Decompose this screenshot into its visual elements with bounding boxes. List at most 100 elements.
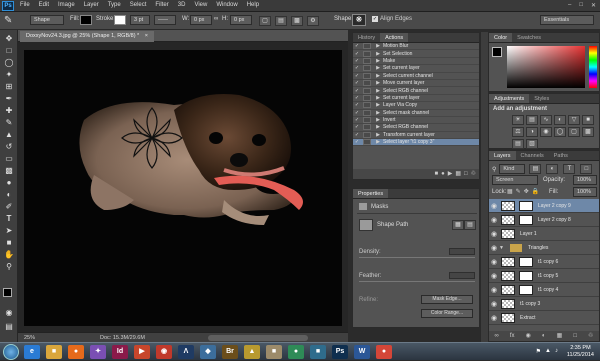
eyedropper-icon[interactable]: ✒ bbox=[3, 94, 15, 104]
tab-color[interactable]: Color bbox=[489, 33, 513, 42]
check-icon[interactable]: ✓ bbox=[353, 65, 361, 71]
acrobat-icon[interactable]: Λ bbox=[178, 345, 194, 359]
tab-styles[interactable]: Styles bbox=[529, 94, 554, 103]
quick-mask-icon[interactable]: ◉ bbox=[3, 308, 15, 318]
expand-triangle-icon[interactable]: ▶ bbox=[373, 73, 383, 79]
delete-icon[interactable]: ♲ bbox=[471, 169, 476, 179]
dialog-toggle-icon[interactable] bbox=[363, 109, 371, 116]
tab-swatches[interactable]: Swatches bbox=[512, 33, 546, 42]
check-icon[interactable]: ✓ bbox=[353, 88, 361, 94]
dialog-toggle-icon[interactable] bbox=[363, 65, 371, 72]
healing-brush-icon[interactable]: ✚ bbox=[3, 106, 15, 116]
brush-tool-icon[interactable]: ✎ bbox=[3, 118, 15, 128]
layer-mask-thumbnail[interactable] bbox=[519, 284, 533, 295]
expand-triangle-icon[interactable]: ▶ bbox=[373, 95, 383, 101]
tab-properties[interactable]: Properties bbox=[353, 189, 389, 198]
pixel-mask-icon[interactable]: ▦ bbox=[452, 220, 464, 230]
menu-item-edit[interactable]: Edit bbox=[39, 2, 49, 8]
quick-select-icon[interactable]: ✦ bbox=[3, 70, 15, 80]
path-arrangement-icon[interactable]: ▩ bbox=[291, 16, 303, 26]
folder-icon[interactable]: ▦ bbox=[455, 169, 461, 179]
check-icon[interactable]: ✓ bbox=[353, 58, 361, 64]
hue-slider[interactable] bbox=[589, 46, 597, 88]
action-row[interactable]: ✓ ▶ Layer Via Copy bbox=[353, 102, 479, 110]
action-row[interactable]: ✓ ▶ Select layer "t1 copy 3" bbox=[353, 139, 479, 147]
menu-item-type[interactable]: Type bbox=[108, 2, 121, 8]
close-tab-icon[interactable]: × bbox=[145, 33, 148, 39]
layer-row[interactable]: ◉ t1 copy 3 bbox=[489, 297, 599, 311]
layer-row[interactable]: ◉ t1 copy 6 bbox=[489, 255, 599, 269]
density-field[interactable] bbox=[449, 248, 475, 255]
gradient-map-icon[interactable]: ▧ bbox=[526, 139, 538, 149]
dodge-tool-icon[interactable]: ◐ bbox=[3, 190, 15, 200]
foreground-color-swatch[interactable] bbox=[3, 288, 12, 297]
color-balance-icon[interactable]: ⚖ bbox=[512, 127, 524, 137]
pen-tool-icon[interactable]: ✐ bbox=[3, 202, 15, 212]
link-icon[interactable]: ∞ bbox=[214, 16, 218, 22]
check-icon[interactable]: ✓ bbox=[353, 132, 361, 138]
filter-pixel-icon[interactable]: ▤ bbox=[529, 164, 542, 174]
expand-triangle-icon[interactable]: ▶ bbox=[373, 132, 383, 138]
menu-item-3d[interactable]: 3D bbox=[178, 2, 186, 8]
workspace-select[interactable]: Essentials bbox=[540, 15, 594, 25]
align-edges-toggle[interactable]: ✓ Align Edges bbox=[372, 16, 412, 22]
feather-field[interactable] bbox=[449, 272, 475, 279]
app2-icon[interactable]: ◆ bbox=[200, 345, 216, 359]
menu-item-file[interactable]: File bbox=[20, 2, 30, 8]
link-layers-icon[interactable]: ∞ bbox=[495, 331, 499, 341]
bw-icon[interactable]: ◑ bbox=[526, 127, 538, 137]
expand-triangle-icon[interactable]: ▶ bbox=[373, 102, 383, 108]
check-icon[interactable]: ✓ bbox=[353, 51, 361, 57]
crop-tool-icon[interactable]: ⊞ bbox=[3, 82, 15, 92]
expand-triangle-icon[interactable]: ▼ bbox=[499, 245, 507, 251]
visibility-eye-icon[interactable]: ◉ bbox=[489, 216, 499, 224]
app4-icon[interactable]: ■ bbox=[266, 345, 282, 359]
stroke-type[interactable]: —— bbox=[154, 15, 176, 25]
dialog-toggle-icon[interactable] bbox=[363, 57, 371, 64]
brightness-icon[interactable]: ☀ bbox=[512, 115, 524, 125]
filter-type-icon[interactable]: T bbox=[563, 164, 576, 174]
check-icon[interactable]: ✓ bbox=[353, 73, 361, 79]
dialog-toggle-icon[interactable] bbox=[363, 131, 371, 138]
threshold-icon[interactable]: ▤ bbox=[512, 139, 524, 149]
posterize-icon[interactable]: ▩ bbox=[582, 127, 594, 137]
blur-tool-icon[interactable]: ● bbox=[3, 178, 15, 188]
tab-channels[interactable]: Channels bbox=[516, 151, 549, 160]
lock-all-icon[interactable]: 🔒 bbox=[532, 188, 539, 195]
expand-triangle-icon[interactable]: ▶ bbox=[373, 58, 383, 64]
layer-mask-thumbnail[interactable] bbox=[519, 270, 533, 281]
height-field[interactable]: 0 px bbox=[230, 15, 252, 25]
shape-tool-icon[interactable]: ■ bbox=[3, 238, 15, 248]
check-icon[interactable]: ✓ bbox=[353, 124, 361, 130]
layer-row[interactable]: ◉ Extract bbox=[489, 311, 599, 325]
action-row[interactable]: ✓ ▶ Set Selection bbox=[353, 50, 479, 58]
channel-mixer-icon[interactable]: ◯ bbox=[554, 127, 566, 137]
mask-edge-button[interactable]: Mask Edge... bbox=[421, 295, 473, 304]
expand-triangle-icon[interactable]: ▶ bbox=[373, 110, 383, 116]
action-row[interactable]: ✓ ▶ Set current layer bbox=[353, 65, 479, 73]
lock-pixels-icon[interactable]: ✎ bbox=[516, 188, 521, 195]
clock[interactable]: 2:35 PM 11/25/2014 bbox=[567, 345, 594, 359]
check-icon[interactable]: ✓ bbox=[353, 43, 361, 49]
screen-mode-icon[interactable]: ▤ bbox=[3, 322, 15, 332]
layer-row[interactable]: ◉ t1 copy 4 bbox=[489, 283, 599, 297]
color-range-button[interactable]: Color Range... bbox=[421, 309, 473, 318]
path-select-icon[interactable]: ➤ bbox=[3, 226, 15, 236]
dialog-toggle-icon[interactable] bbox=[363, 72, 371, 79]
color-field[interactable] bbox=[507, 46, 585, 88]
action-row[interactable]: ✓ ▶ Motion Blur bbox=[353, 43, 479, 51]
stop-icon[interactable]: ■ bbox=[434, 169, 438, 179]
new-adjustment-icon[interactable]: ◐ bbox=[542, 331, 546, 341]
move-tool-icon[interactable]: ✥ bbox=[3, 34, 15, 44]
dialog-toggle-icon[interactable] bbox=[363, 124, 371, 131]
eraser-tool-icon[interactable]: ▭ bbox=[3, 154, 15, 164]
check-icon[interactable]: ✓ bbox=[353, 117, 361, 123]
layer-mask-thumbnail[interactable] bbox=[519, 214, 533, 225]
lasso-tool-icon[interactable]: ◯ bbox=[3, 58, 15, 68]
layer-mask-thumbnail[interactable] bbox=[519, 256, 533, 267]
zoom-tool-icon[interactable]: ⚲ bbox=[3, 262, 15, 272]
action-row[interactable]: ✓ ▶ Select current channel bbox=[353, 72, 479, 80]
vector-mask-icon[interactable]: ▤ bbox=[464, 220, 476, 230]
path-operations-icon[interactable]: ▢ bbox=[259, 16, 271, 26]
filter-shape-icon[interactable]: □ bbox=[580, 164, 593, 174]
